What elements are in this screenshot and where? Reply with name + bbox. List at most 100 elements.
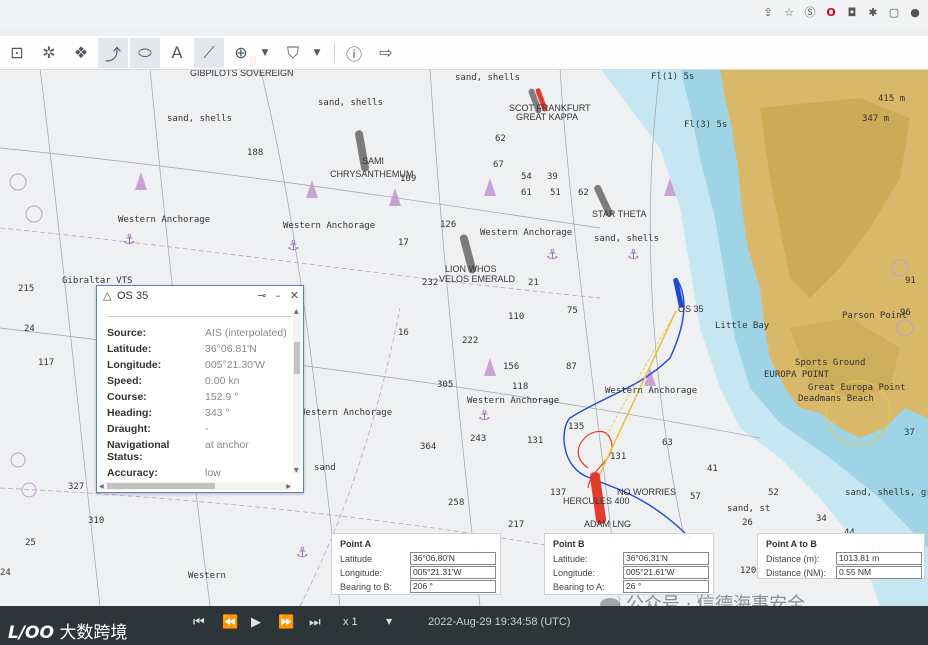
vessel-star-theta[interactable]: STAR THETA: [592, 209, 647, 219]
point-b-longitude-value[interactable]: 005°21.61'W: [623, 566, 709, 579]
depth-118: 118: [512, 382, 529, 392]
point-b-box: Point B Latitude: 36°06.31'N Longitude: 00…: [544, 533, 714, 595]
speed-dropdown-icon[interactable]: ▼: [386, 617, 392, 626]
logo: L/OO 大数跨境: [8, 618, 127, 643]
vessel-sami[interactable]: SAMI: [362, 156, 384, 166]
info-horizontal-scrollbar[interactable]: ◀ ▶: [99, 482, 291, 490]
label-sand-shells-4: sand, shells: [594, 234, 660, 244]
vessel-chrysanthemum[interactable]: CHRYSANTHEMUM: [330, 169, 413, 179]
skype-icon[interactable]: Ⓢ: [803, 5, 817, 19]
field-value: 0.00 kn: [205, 375, 240, 387]
depth-21: 21: [528, 278, 539, 288]
shield-icon: ⛉: [286, 42, 299, 62]
scroll-up-icon[interactable]: ▲: [294, 308, 299, 315]
skip-to-start-button[interactable]: ⏮: [193, 615, 205, 630]
field-label: Draught:: [107, 423, 151, 435]
label-parson-point: Parson Point: [842, 311, 908, 321]
point-a-bearing-value[interactable]: 206 °: [410, 580, 496, 593]
playback-speed[interactable]: x 1: [343, 616, 358, 628]
ruler-button[interactable]: ⟋: [194, 37, 224, 68]
vessel-lion-whos[interactable]: LION WHOS: [445, 264, 497, 274]
depth-91: 91: [905, 276, 916, 286]
point-b-latitude-label: Latitude:: [553, 553, 588, 564]
minimize-icon[interactable]: –: [275, 289, 281, 302]
depth-117: 117: [38, 358, 55, 368]
route-button[interactable]: ⤴: [98, 37, 128, 68]
depth-25: 25: [25, 538, 36, 548]
pin-icon[interactable]: ⊸: [257, 289, 266, 302]
info-panel-header[interactable]: △ OS 35 ⊸ – ✕: [97, 286, 303, 306]
depth-305: 305: [437, 380, 454, 390]
depth-67: 67: [493, 160, 504, 170]
play-button[interactable]: ▶: [251, 615, 261, 630]
depth-62b: 62: [578, 188, 589, 198]
browser-bar: ⇪ ☆ Ⓢ O ◘ ✱ ▢ ●: [0, 0, 928, 29]
layers-button[interactable]: ❖: [66, 38, 96, 68]
scroll-thumb-vertical[interactable]: [294, 342, 300, 374]
exit-button[interactable]: ⇨: [371, 38, 401, 68]
label-fl-1: Fl(1) 5s: [651, 72, 695, 82]
label-sand: sand: [314, 463, 336, 473]
exit-icon: ⇨: [379, 43, 393, 62]
depth-34: 34: [816, 514, 827, 524]
rewind-button[interactable]: ⏪: [222, 615, 238, 630]
distance-nm-label: Distance (NM):: [766, 567, 827, 578]
point-a-bearing-label: Bearing to B:: [340, 581, 393, 592]
depth-57: 57: [690, 492, 701, 502]
fast-forward-button[interactable]: ⏩: [278, 615, 294, 630]
vessel-no-worries[interactable]: NO WORRIES: [617, 487, 676, 497]
shield-button[interactable]: ⛉: [278, 38, 308, 68]
globe-button[interactable]: ⊕: [226, 38, 256, 68]
vessel-info-panel[interactable]: △ OS 35 ⊸ – ✕ Source: AIS (interpolated) …: [96, 285, 304, 493]
depth-120: 120: [740, 566, 757, 576]
logo-mark: L/OO: [8, 623, 54, 643]
point-b-longitude-row: Longitude: 005°21.61'W: [553, 566, 709, 579]
gear-icon: ✲: [42, 43, 56, 62]
depth-87: 87: [566, 362, 577, 372]
window-icon[interactable]: ▢: [887, 5, 901, 19]
field-label: Heading:: [107, 407, 152, 419]
vessel-great-kappa[interactable]: GREAT KAPPA: [516, 112, 578, 122]
info-vertical-scrollbar[interactable]: ▲ ▼: [293, 308, 301, 474]
extension-c-icon[interactable]: ◘: [845, 5, 859, 19]
info-row-heading: Heading: 343 °: [107, 405, 291, 421]
puzzle-icon[interactable]: ✱: [866, 5, 880, 19]
point-b-latitude-value[interactable]: 36°06.31'N: [623, 552, 709, 565]
tag-button[interactable]: ⬭: [130, 37, 160, 68]
shield-dropdown[interactable]: ▼: [310, 38, 324, 68]
vessel-velos-emerald[interactable]: VELOS EMERALD: [439, 274, 515, 284]
point-a-latitude-value[interactable]: 36°06.80'N: [410, 552, 496, 565]
field-value: AIS (interpolated): [205, 327, 287, 339]
point-a-to-b-title: Point A to B: [766, 539, 817, 549]
skip-to-end-button[interactable]: ⏭: [309, 615, 321, 630]
map-fit-button[interactable]: ⊡: [2, 38, 32, 68]
depth-62: 62: [495, 134, 506, 144]
globe-dropdown[interactable]: ▼: [258, 38, 272, 68]
close-icon[interactable]: ✕: [290, 289, 299, 302]
settings-button[interactable]: ✲: [34, 38, 64, 68]
distance-nm-value[interactable]: 0.55 NM: [836, 566, 922, 579]
label-western-anchorage-1: Western Anchorage: [118, 215, 211, 225]
text-button[interactable]: A: [162, 38, 192, 68]
distance-m-value[interactable]: 1013.81 m: [836, 552, 922, 565]
opera-icon[interactable]: O: [824, 5, 838, 19]
scroll-down-icon[interactable]: ▼: [294, 467, 299, 474]
vessel-os-35[interactable]: OS 35: [678, 304, 704, 314]
vessel-hercules-400[interactable]: HERCULES 400: [563, 496, 630, 506]
star-icon[interactable]: ☆: [782, 5, 796, 19]
depth-54: 54: [521, 172, 532, 182]
depth-131: 131: [527, 436, 544, 446]
point-a-longitude-value[interactable]: 005°21.31'W: [410, 566, 496, 579]
scroll-thumb-horizontal[interactable]: [107, 483, 215, 489]
info-button[interactable]: ⓘ: [339, 38, 369, 68]
scroll-right-icon[interactable]: ▶: [286, 483, 291, 490]
field-value: low: [205, 467, 221, 479]
depth-24: 24: [0, 568, 11, 578]
globe-icon: ⊕: [234, 43, 248, 62]
scroll-left-icon[interactable]: ◀: [99, 483, 104, 490]
share-icon[interactable]: ⇪: [761, 5, 775, 19]
label-depth-347: 347 m: [862, 114, 890, 124]
profile-icon[interactable]: ●: [908, 5, 922, 19]
label-depth-415: 415 m: [878, 94, 906, 104]
vessel-adam-lng[interactable]: ADAM LNG: [584, 519, 631, 529]
